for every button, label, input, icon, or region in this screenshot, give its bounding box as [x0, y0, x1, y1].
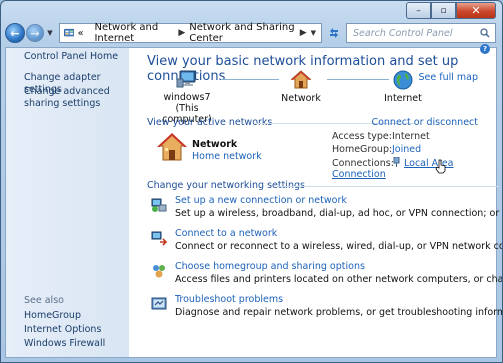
navigation-bar: ← → ▼ « Network and Internet ▶ Network a… — [5, 21, 496, 45]
computer-icon — [176, 70, 196, 88]
connect-network-icon — [151, 231, 167, 246]
homegroup-label: HomeGroup: — [332, 144, 393, 155]
see-also-label: See also — [24, 295, 64, 306]
map-node-network[interactable]: Network — [279, 70, 323, 104]
search-icon[interactable] — [480, 28, 490, 38]
address-dropdown-icon[interactable]: ▼ — [311, 29, 316, 37]
active-networks-label: View your active networks — [147, 117, 273, 128]
connect-disconnect-link[interactable]: Connect or disconnect — [371, 117, 478, 128]
see-also-homegroup[interactable]: HomeGroup — [24, 310, 81, 322]
map-connector-line — [327, 79, 389, 80]
access-type-label: Access type: — [332, 131, 392, 142]
troubleshoot-icon — [151, 297, 167, 310]
access-type-value: Internet — [392, 131, 430, 142]
see-full-map-link[interactable]: See full map — [418, 72, 478, 83]
sidebar-item-control-panel-home[interactable]: Control Panel Home — [24, 51, 118, 63]
breadcrumb-overflow[interactable]: « — [77, 28, 83, 39]
close-button[interactable]: ✕ — [456, 2, 496, 19]
connect-to-network-description: Connect or reconnect to a wireless, wire… — [175, 241, 502, 252]
left-task-pane: Control Panel Home Change adapter settin… — [6, 48, 129, 357]
homegroup-icon — [153, 265, 165, 278]
homegroup-row: HomeGroup:Joined — [332, 144, 421, 155]
breadcrumb-arrow-icon[interactable]: ▶ — [178, 28, 185, 38]
breadcrumb-separator-icon — [88, 28, 91, 38]
search-input[interactable]: Search Control Panel — [353, 28, 453, 39]
active-network-name: Network — [192, 139, 238, 150]
map-node-computer-label: windows7 — [163, 92, 211, 103]
forward-button[interactable]: → — [26, 24, 44, 42]
hand-cursor-icon — [435, 159, 446, 174]
map-node-internet[interactable]: Internet — [383, 70, 423, 104]
network-sharing-center-window: – ▫ ✕ ← → ▼ « Network and Internet ▶ Net… — [0, 0, 503, 363]
map-node-network-label: Network — [281, 93, 321, 104]
see-also-internet-options[interactable]: Internet Options — [24, 324, 101, 336]
connections-row: Connections: Local Area Connection — [332, 156, 496, 180]
globe-icon — [393, 70, 413, 90]
see-also-windows-firewall[interactable]: Windows Firewall — [24, 338, 105, 350]
troubleshoot-link[interactable]: Troubleshoot problems — [175, 294, 283, 305]
address-bar[interactable]: « Network and Internet ▶ Network and Sha… — [59, 22, 322, 44]
connections-label: Connections: — [332, 158, 394, 169]
help-icon[interactable]: ? — [480, 44, 490, 54]
sidebar-item-change-advanced-sharing[interactable]: Change advanced sharing settings — [24, 86, 119, 109]
main-pane: ? View your basic network information an… — [129, 44, 502, 357]
caption-buttons: – ▫ ✕ — [406, 2, 496, 19]
refresh-button[interactable] — [324, 23, 344, 43]
minimize-button[interactable]: – — [406, 2, 431, 19]
divider — [277, 186, 499, 187]
homegroup-link[interactable]: Joined — [392, 144, 421, 155]
connect-to-network-link[interactable]: Connect to a network — [175, 228, 277, 239]
refresh-icon — [330, 28, 338, 38]
access-type-row: Access type:Internet — [332, 131, 430, 142]
house-icon — [290, 70, 312, 89]
house-icon — [157, 133, 187, 161]
homegroup-sharing-description: Access files and printers located on oth… — [175, 274, 503, 285]
setup-new-connection-description: Set up a wireless, broadband, dial-up, a… — [175, 208, 502, 219]
map-node-internet-label: Internet — [384, 93, 422, 104]
maximize-button[interactable]: ▫ — [431, 2, 456, 19]
homegroup-sharing-link[interactable]: Choose homegroup and sharing options — [175, 261, 365, 272]
breadcrumb-arrow-icon[interactable]: ▶ — [300, 28, 307, 38]
content-area: Control Panel Home Change adapter settin… — [5, 44, 502, 358]
search-box[interactable]: Search Control Panel — [346, 23, 496, 43]
recent-pages-dropdown-icon[interactable]: ▼ — [45, 29, 55, 37]
control-panel-icon — [64, 28, 75, 37]
breadcrumb-network-sharing-center[interactable]: Network and Sharing Center — [189, 22, 295, 44]
back-button[interactable]: ← — [5, 23, 25, 43]
breadcrumb-network-and-internet[interactable]: Network and Internet — [94, 22, 174, 44]
map-connector-line — [221, 79, 279, 80]
new-connection-icon — [151, 198, 167, 212]
setup-new-connection-link[interactable]: Set up a new connection or network — [175, 195, 347, 206]
network-type-link[interactable]: Home network — [192, 151, 262, 162]
troubleshoot-description: Diagnose and repair network problems, or… — [175, 307, 503, 318]
ethernet-icon — [393, 156, 400, 167]
